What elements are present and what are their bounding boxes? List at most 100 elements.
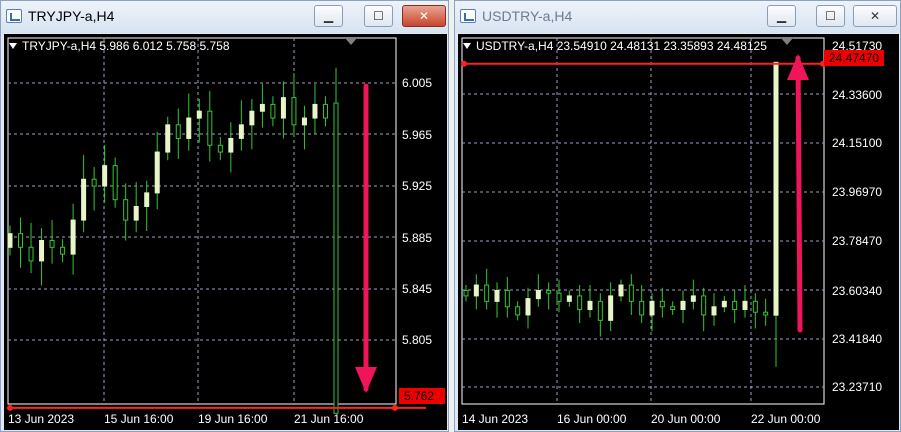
candle [680,300,686,310]
candle [597,300,603,321]
price-tick: 23.96970 [832,185,883,199]
close-button[interactable]: ✕ [402,5,446,27]
ohlc-readout: USDTRY-a,H4 23.54910 24.48131 23.35893 2… [476,39,767,53]
candle [752,300,758,313]
price-line-handle [7,404,13,411]
candle [49,240,55,248]
price-tick: 5.925 [402,179,433,193]
candle [123,199,129,221]
window-title: USDTRY-a,H4 [482,8,573,24]
candle [112,165,118,201]
candle [587,300,593,310]
price-tick: 23.78470 [832,234,883,248]
candle [249,110,255,126]
candle [494,289,500,302]
candle [577,295,583,310]
candle [102,165,108,187]
annotation-arrow-head [787,54,809,80]
candle [556,292,562,302]
time-tick: 16 Jun 00:00 [557,412,627,426]
candle [280,97,286,119]
candle [186,117,192,139]
candle [39,240,45,262]
candle [18,233,24,248]
price-tick: 5.885 [402,231,433,245]
candle [670,306,676,310]
candle [659,300,665,308]
maximize-button[interactable]: ☐ [364,5,393,27]
candle [165,124,171,153]
price-chart[interactable]: TRYJPY-a,H4 5.986 6.012 5.758 5.758 6.00… [4,34,447,430]
time-tick: 13 Jun 2023 [8,412,75,426]
current-price-label: 24.47470 [824,50,884,66]
price-tick: 5.805 [402,333,433,347]
candle [515,306,521,316]
chart-window-tryjpy[interactable]: TRYJPY-a,H4 ▁ ☐ ✕ TRYJPY-a,H4 5.986 6.01… [0,0,449,432]
candle [504,289,510,308]
candle [217,144,223,153]
candle [742,300,748,310]
price-tick: 6.005 [402,76,433,90]
current-price-label: 5.762 [399,388,445,404]
candle [333,102,339,414]
plot-frame [461,37,825,405]
candle [154,151,160,194]
symbol-info: TRYJPY-a,H4 5.986 6.012 5.758 5.758 [9,39,230,53]
candle [144,192,150,207]
price-tick: 24.33600 [832,88,883,102]
candle [690,295,696,302]
close-button[interactable]: ✕ [853,5,897,27]
candle [7,233,13,248]
price-tick: 24.15100 [832,136,883,150]
candle [473,284,479,297]
chart-window-icon [460,9,476,23]
candle [207,110,213,146]
candle [60,246,66,255]
candle [301,117,307,126]
candle [259,103,265,112]
time-tick: 22 Jun 00:00 [751,412,821,426]
chart-shift-marker [345,38,357,45]
candle [238,124,244,139]
price-chart[interactable]: USDTRY-a,H4 23.54910 24.48131 23.35893 2… [458,34,899,430]
price-tick: 23.41840 [832,332,883,346]
candle [28,246,34,262]
time-tick: 15 Jun 16:00 [104,412,174,426]
time-tick: 21 Jun 16:00 [294,412,364,426]
maximize-button[interactable]: ☐ [816,5,845,27]
candle [196,110,202,119]
dropdown-triangle-icon[interactable] [463,43,471,49]
price-tick: 23.23710 [832,380,883,394]
candlestick-plot [7,37,426,414]
candle [270,103,276,119]
candle [628,284,634,302]
annotation-arrow-head [355,367,377,393]
candle [773,61,779,316]
candle [701,295,707,316]
candle [618,284,624,297]
dropdown-triangle-icon[interactable] [9,43,17,49]
candle [525,298,531,316]
candle [133,205,139,221]
minimize-button[interactable]: ▁ [314,5,343,27]
title-bar[interactable]: USDTRY-a,H4 ▁ ☐ ✕ [455,1,900,33]
candle [228,137,234,153]
candle [639,300,645,316]
chart-window-usdtry[interactable]: USDTRY-a,H4 ▁ ☐ ✕ USDTRY-a,H4 23.54910 2… [454,0,901,432]
candle [175,124,181,139]
candle [763,311,769,316]
candle [91,178,97,187]
candle [463,289,469,297]
title-bar[interactable]: TRYJPY-a,H4 ▁ ☐ ✕ [1,1,448,33]
chart-shift-marker [781,38,793,45]
candle [291,97,297,126]
candle [322,103,328,119]
candle [546,289,552,294]
chart-window-icon [6,9,22,23]
candle [566,295,572,302]
annotation-arrow-shaft [795,55,803,333]
ohlc-readout: TRYJPY-a,H4 5.986 6.012 5.758 5.758 [22,39,230,53]
price-line-handle [392,404,398,411]
minimize-button[interactable]: ▁ [767,5,796,27]
window-title: TRYJPY-a,H4 [28,8,115,24]
